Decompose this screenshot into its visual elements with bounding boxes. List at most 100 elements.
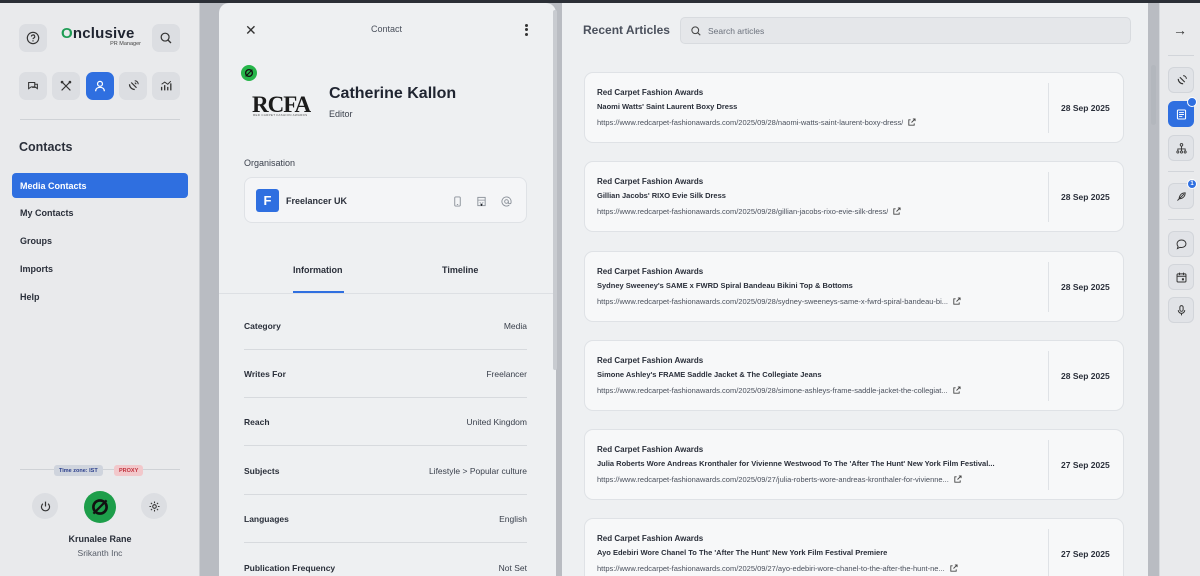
email-icon[interactable] [499, 194, 513, 208]
card-divider [1048, 172, 1049, 222]
article-card[interactable]: Red Carpet Fashion Awards Sydney Sweeney'… [584, 251, 1124, 322]
article-search-input[interactable] [708, 23, 1108, 39]
article-url[interactable]: https://www.redcarpet-fashionawards.com/… [597, 386, 1025, 395]
articles-scrollbar[interactable] [1151, 65, 1156, 125]
rail-calendar-button[interactable] [1168, 264, 1194, 290]
nav-media-contacts[interactable]: Media Contacts [12, 173, 188, 198]
user-avatar[interactable] [84, 491, 116, 523]
module-tools-button[interactable] [52, 72, 80, 100]
article-headline[interactable]: Naomi Watts' Saint Laurent Boxy Dress [597, 102, 1017, 111]
article-date: 28 Sep 2025 [1061, 282, 1110, 292]
nav-help[interactable]: Help [12, 284, 188, 309]
organisation-card[interactable]: F Freelancer UK [244, 177, 527, 223]
external-link-icon[interactable] [949, 564, 958, 573]
rail-hierarchy-button[interactable] [1168, 135, 1194, 161]
module-chat-button[interactable] [19, 72, 47, 100]
article-card[interactable]: Red Carpet Fashion Awards Naomi Watts' Sa… [584, 72, 1124, 143]
arrow-right-icon[interactable]: → [1173, 22, 1187, 38]
article-url[interactable]: https://www.redcarpet-fashionawards.com/… [597, 297, 1025, 306]
module-analytics-button[interactable] [152, 72, 180, 100]
article-url-text[interactable]: https://www.redcarpet-fashionawards.com/… [597, 564, 945, 573]
global-search-button[interactable] [152, 24, 180, 52]
article-publication: Red Carpet Fashion Awards [597, 267, 704, 276]
tab-bar-divider [219, 293, 554, 294]
user-name: Krunalee Rane [68, 534, 132, 544]
article-card[interactable]: Red Carpet Fashion Awards Gillian Jacobs'… [584, 161, 1124, 232]
article-card[interactable]: Red Carpet Fashion Awards Ayo Edebiri Wor… [584, 518, 1124, 576]
outlet-logo-subtext: RED CARPET FASHION AWARDS [253, 113, 308, 117]
module-monitoring-button[interactable] [119, 72, 147, 100]
module-contacts-button[interactable] [86, 72, 114, 100]
contacts-icon [95, 80, 105, 92]
article-search[interactable] [680, 17, 1131, 44]
news-icon [1176, 109, 1186, 119]
info-value: United Kingdom [466, 417, 527, 427]
info-value: Not Set [498, 563, 527, 573]
rail-news-button[interactable] [1168, 97, 1197, 127]
rail-write-button[interactable]: 1 [1168, 179, 1197, 209]
chat-icon [28, 81, 38, 90]
nav-my-contacts[interactable]: My Contacts [12, 200, 188, 225]
contact-panel: ✕ Contact RCFA RED CARPET FASHION AWARDS… [219, 3, 556, 576]
article-url-text[interactable]: https://www.redcarpet-fashionawards.com/… [597, 118, 903, 127]
article-url-text[interactable]: https://www.redcarpet-fashionawards.com/… [597, 297, 948, 306]
info-label: Writes For [244, 369, 286, 379]
article-headline[interactable]: Simone Ashley's FRAME Saddle Jacket & Th… [597, 370, 1017, 379]
article-headline[interactable]: Ayo Edebiri Wore Chanel To The 'After Th… [597, 548, 1017, 557]
user-organisation: Srikanth Inc [77, 548, 123, 558]
rail-chat-button[interactable] [1168, 231, 1194, 257]
article-headline[interactable]: Gillian Jacobs' RIXO Evie Silk Dress [597, 191, 1017, 200]
gear-icon [148, 500, 160, 512]
external-link-icon[interactable] [952, 297, 961, 306]
building-icon[interactable] [474, 194, 488, 208]
settings-button[interactable] [141, 493, 167, 519]
info-label: Publication Frequency [244, 563, 336, 573]
article-url-text[interactable]: https://www.redcarpet-fashionawards.com/… [597, 386, 948, 395]
article-publication: Red Carpet Fashion Awards [597, 177, 704, 186]
external-link-icon[interactable] [952, 386, 961, 395]
rail-divider [1168, 171, 1194, 172]
calendar-icon [1176, 272, 1186, 282]
active-tab-indicator [293, 291, 344, 293]
rail-podcast-button[interactable] [1168, 297, 1194, 323]
status-indicator-icon [241, 65, 257, 81]
tab-timeline[interactable]: Timeline [442, 265, 478, 275]
article-url[interactable]: https://www.redcarpet-fashionawards.com/… [597, 118, 1025, 127]
more-options-icon[interactable] [525, 22, 528, 37]
tab-information[interactable]: Information [293, 265, 343, 275]
onclusive-logo: Onclusive PR Manager [61, 25, 141, 47]
info-row-reach: Reach United Kingdom [244, 398, 527, 446]
article-url-text[interactable]: https://www.redcarpet-fashionawards.com/… [597, 207, 888, 216]
article-headline[interactable]: Julia Roberts Wore Andreas Kronthaler fo… [597, 459, 1017, 468]
article-url[interactable]: https://www.redcarpet-fashionawards.com/… [597, 475, 1025, 484]
article-url[interactable]: https://www.redcarpet-fashionawards.com/… [597, 207, 1025, 216]
help-button[interactable] [19, 24, 47, 52]
app-sidebar: Onclusive PR Manager Contacts Media Cont… [0, 3, 200, 576]
contact-name: Catherine Kallon [329, 85, 457, 102]
article-headline[interactable]: Sydney Sweeney's SAME x FWRD Spiral Band… [597, 281, 1017, 290]
phone-icon[interactable] [450, 194, 464, 208]
article-card[interactable]: Red Carpet Fashion Awards Julia Roberts W… [584, 429, 1124, 500]
external-link-icon[interactable] [892, 207, 901, 216]
contact-role: Editor [329, 109, 353, 119]
article-url[interactable]: https://www.redcarpet-fashionawards.com/… [597, 564, 1025, 573]
nav-imports[interactable]: Imports [12, 256, 188, 281]
article-publication: Red Carpet Fashion Awards [597, 356, 704, 365]
organisation-logo: F [256, 189, 279, 212]
card-divider [1048, 529, 1049, 576]
external-link-icon[interactable] [907, 118, 916, 127]
article-url-text[interactable]: https://www.redcarpet-fashionawards.com/… [597, 475, 949, 484]
articles-title: Recent Articles [583, 23, 670, 37]
logout-button[interactable] [32, 493, 58, 519]
info-value: English [499, 514, 527, 524]
external-link-icon[interactable] [953, 475, 962, 484]
rail-monitoring-button[interactable] [1168, 67, 1194, 93]
feather-badge: 1 [1187, 179, 1197, 189]
satellite-icon [1177, 74, 1187, 84]
nav-groups[interactable]: Groups [12, 228, 188, 253]
article-date: 28 Sep 2025 [1061, 371, 1110, 381]
info-row-publication-frequency: Publication Frequency Not Set [244, 544, 527, 576]
sidebar-divider [20, 119, 180, 120]
article-card[interactable]: Red Carpet Fashion Awards Simone Ashley's… [584, 340, 1124, 411]
contact-panel-scrollbar[interactable] [553, 10, 557, 370]
